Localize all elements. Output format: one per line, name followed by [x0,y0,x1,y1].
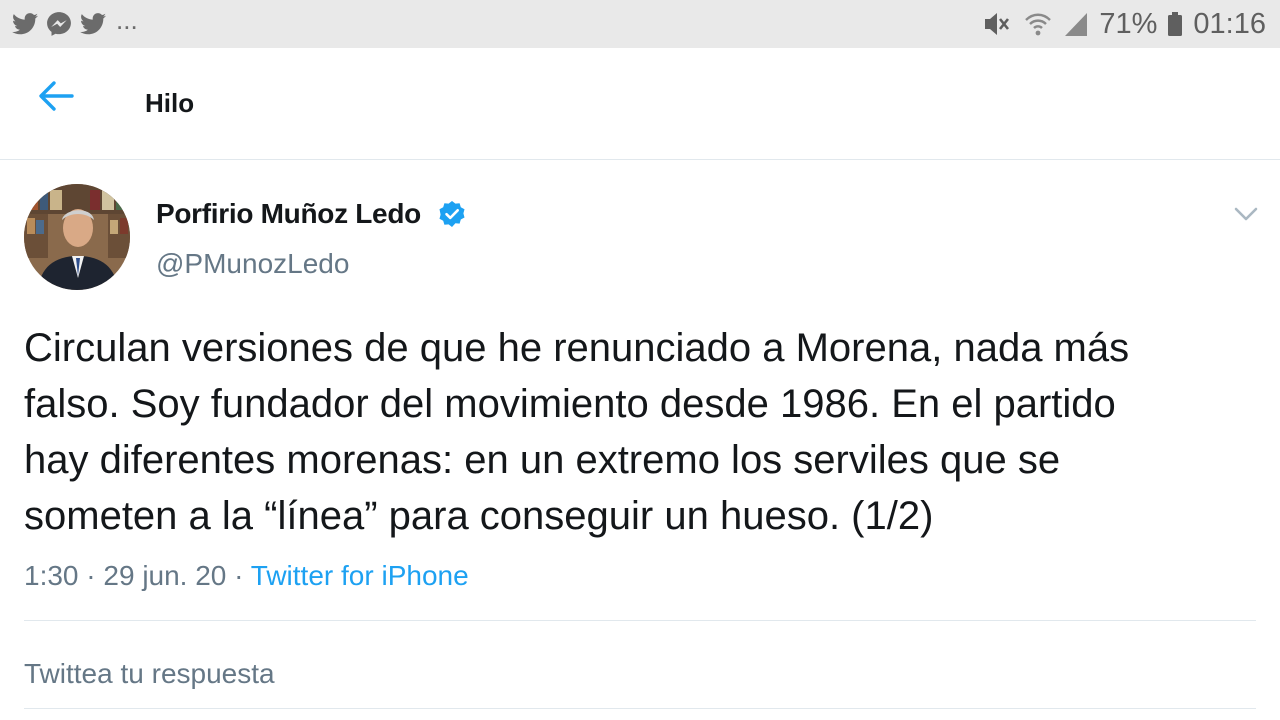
signal-icon [1065,13,1088,36]
profile-photo [24,184,130,290]
reply-divider [24,708,1256,709]
tweet-meta: 1:30 · 29 jun. 20 · Twitter for iPhone [24,560,469,592]
tweet-text-line: someten a la “línea” para conseguir un h… [24,494,934,538]
reply-placeholder: Twittea tu respuesta [24,658,275,689]
tweet-text: Circulan versiones de que he renunciado … [24,320,1264,544]
tweet-text-line: hay diferentes morenas: en un extremo lo… [24,438,1061,482]
thread-header: Hilo [0,48,1280,159]
notification-icons: ... [12,6,138,38]
system-status: 71% 01:16 [983,6,1266,42]
messenger-icon [47,12,71,36]
mute-icon [985,13,1010,35]
header-divider [0,159,1280,160]
back-arrow-icon[interactable] [34,78,78,114]
meta-separator: · [78,560,104,591]
battery-icon [1168,12,1183,36]
meta-separator: · [226,560,251,591]
avatar[interactable] [24,184,130,290]
twitter-icon [80,13,106,35]
wifi-icon [1025,13,1052,36]
author-name[interactable]: Porfirio Muñoz Ledo [156,198,421,230]
page-title: Hilo [145,88,195,118]
chevron-down-icon[interactable] [1232,204,1260,224]
overflow-indicator: ... [116,5,138,35]
tweet-text-line: Circulan versiones de que he renunciado … [24,326,1130,370]
tweet-time: 1:30 [24,560,79,591]
author-handle[interactable]: @PMunozLedo [156,248,349,280]
tweet-text-line: falso. Soy fundador del movimiento desde… [24,382,1116,426]
verified-badge-icon [439,201,465,227]
clock: 01:16 [1193,8,1266,40]
tweet-divider [24,620,1256,621]
twitter-icon [12,13,38,35]
tweet-source-link[interactable]: Twitter for iPhone [251,560,469,591]
tweet-date: 29 jun. 20 [103,560,227,591]
reply-input[interactable]: Twittea tu respuesta [24,628,1256,708]
battery-percent: 71% [1099,8,1158,40]
status-bar: ... 71% 01:16 [0,0,1280,48]
